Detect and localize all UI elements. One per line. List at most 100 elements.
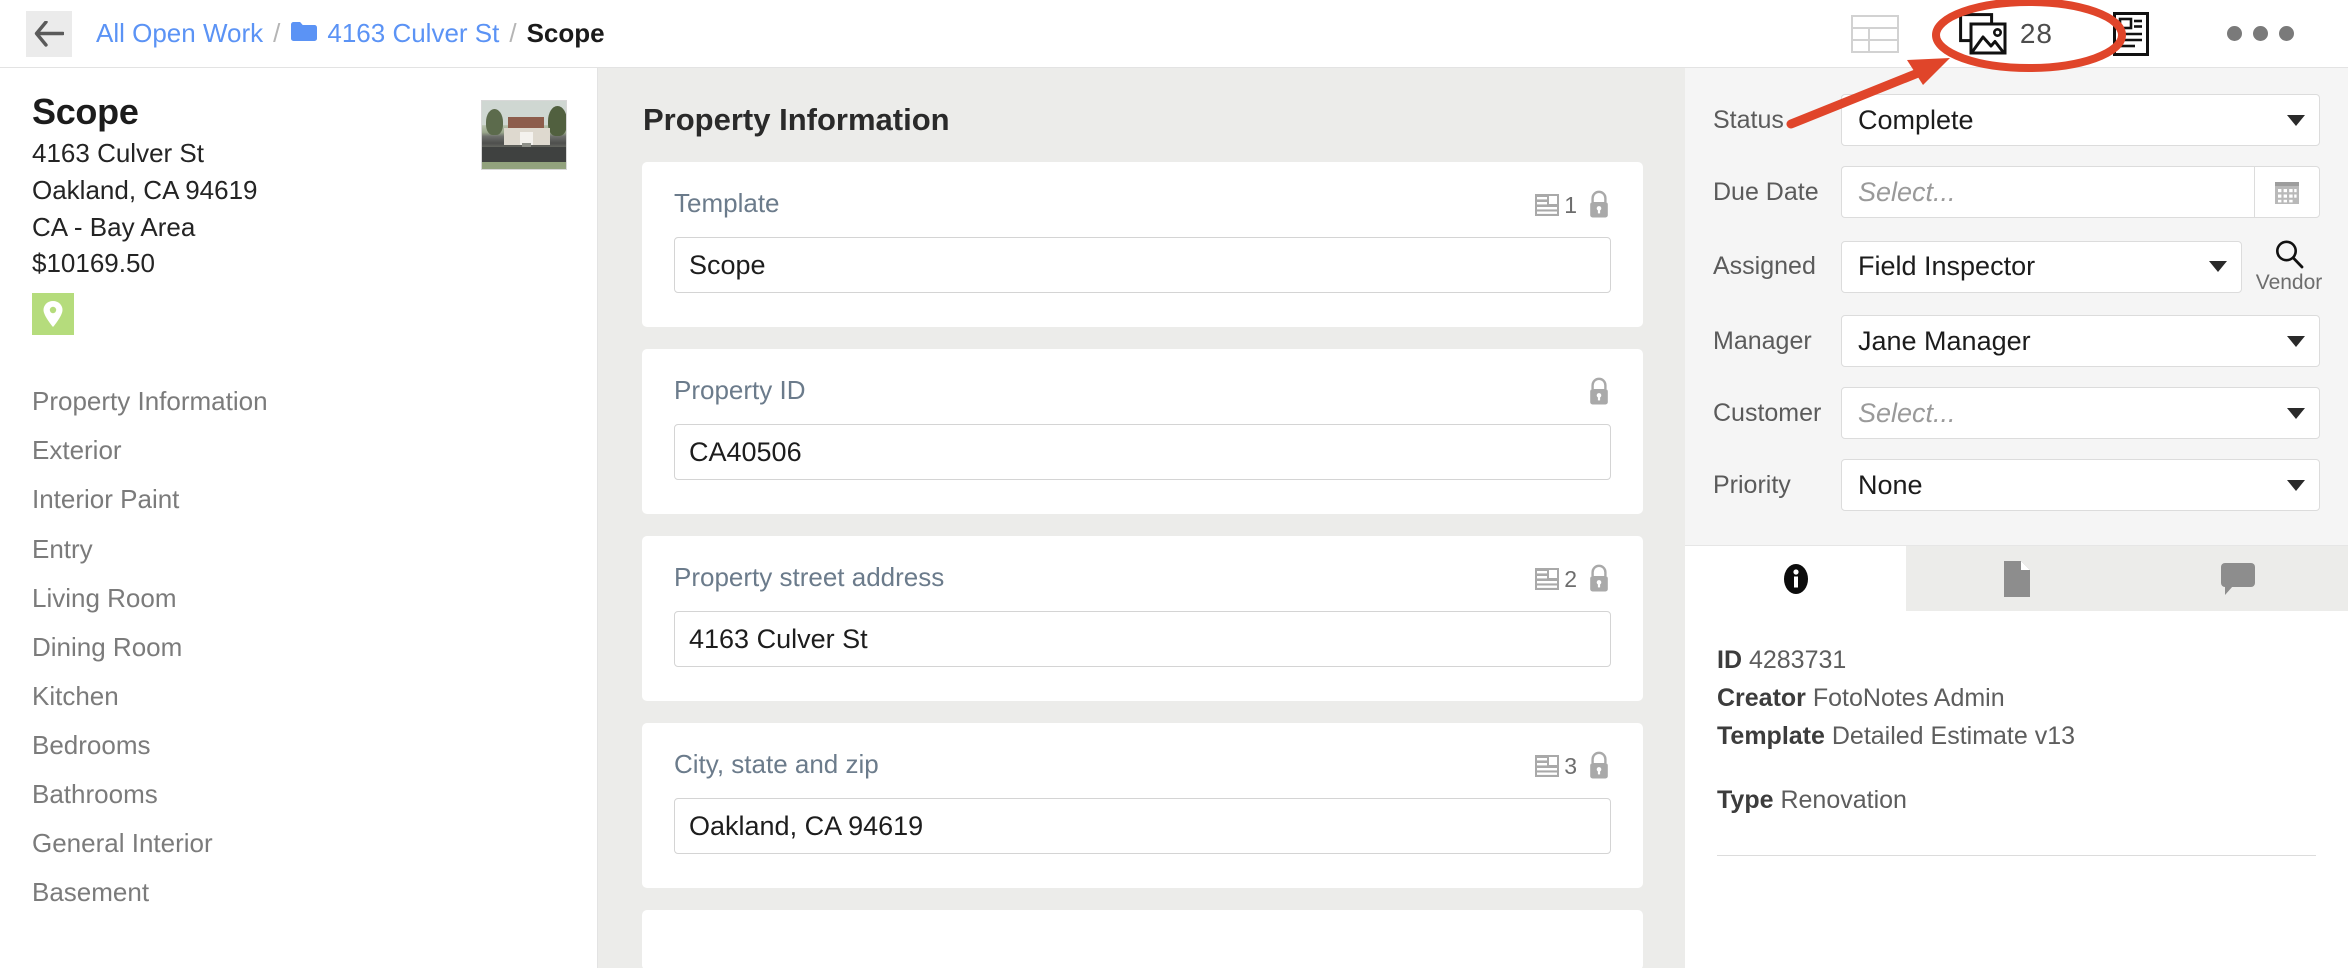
row-priority: Priority None: [1713, 459, 2320, 511]
breadcrumb-folder-link[interactable]: 4163 Culver St: [327, 18, 499, 49]
info-template-value: Detailed Estimate v13: [1831, 722, 2076, 750]
chevron-down-icon: [2287, 479, 2305, 491]
right-panel-tabs: [1685, 545, 2348, 611]
photos-icon: [1958, 12, 2007, 54]
back-button[interactable]: [26, 10, 72, 57]
notes-icon: [1535, 755, 1560, 777]
breadcrumb-root-link[interactable]: All Open Work: [96, 18, 263, 49]
info-creator-row: Creator FotoNotes Admin: [1717, 679, 2316, 717]
assigned-value: Field Inspector: [1858, 251, 2036, 281]
status-label: Status: [1713, 105, 1784, 134]
due-date-calendar-button[interactable]: [2254, 166, 2320, 218]
map-pin-button[interactable]: [32, 293, 74, 336]
assigned-label: Assigned: [1713, 252, 1816, 280]
info-tab-panel: ID 4283731 Creator FotoNotes Admin Templ…: [1685, 611, 2348, 968]
breadcrumb-separator-2: /: [509, 18, 517, 48]
info-id-label: ID: [1717, 646, 1742, 674]
info-template-row: Template Detailed Estimate v13: [1717, 717, 2316, 755]
map-pin-icon: [43, 301, 63, 328]
chevron-down-icon: [2209, 261, 2227, 272]
info-id-row: ID 4283731: [1717, 641, 2316, 679]
chevron-down-icon: [2287, 407, 2305, 419]
notes-indicator[interactable]: 1: [1534, 192, 1577, 219]
due-date-input[interactable]: Select...: [1841, 166, 2254, 218]
info-type-value: Renovation: [1780, 786, 1907, 814]
due-date-label: Due Date: [1713, 177, 1819, 206]
top-bar-actions: 28: [1821, 6, 2320, 62]
folder-icon: [290, 18, 318, 49]
customer-value: Select...: [1858, 397, 1956, 428]
sidebar-nav: Property Information Exterior Interior P…: [0, 377, 597, 917]
vendor-label: Vendor: [2255, 271, 2323, 294]
table-grid-icon: [1850, 14, 1899, 53]
sidebar-item-bedrooms[interactable]: Bedrooms: [0, 721, 597, 770]
field-card-next: [642, 910, 1643, 968]
field-input[interactable]: 4163 Culver St: [674, 611, 1611, 667]
property-region: CA - Bay Area: [32, 211, 196, 242]
notes-icon: [1535, 194, 1560, 216]
comment-icon: [2220, 562, 2255, 595]
more-dots-icon: [2253, 26, 2268, 41]
assigned-select[interactable]: Field Inspector: [1841, 240, 2242, 293]
lock-icon[interactable]: [1587, 564, 1611, 594]
report-card-icon: [2113, 11, 2149, 56]
sidebar-item-bathrooms[interactable]: Bathrooms: [0, 770, 597, 819]
photo-count-badge: 28: [2019, 17, 2053, 49]
manager-select[interactable]: Jane Manager: [1841, 315, 2320, 367]
lock-icon[interactable]: [1587, 751, 1611, 781]
photos-button[interactable]: 28: [1929, 6, 2083, 62]
vendor-search-button[interactable]: Vendor: [2255, 238, 2323, 295]
sidebar-item-entry[interactable]: Entry: [0, 525, 597, 574]
row-due-date: Due Date Select...: [1713, 166, 2320, 218]
row-status: Status Complete: [1713, 94, 2320, 146]
sidebar-item-general-interior[interactable]: General Interior: [0, 819, 597, 868]
body: Scope 4163 Culver St Oakland, CA 94619 C…: [0, 68, 2348, 968]
customer-select[interactable]: Select...: [1841, 387, 2320, 439]
field-card-city-state-zip: City, state and zip 3 Oakland, CA 94619: [642, 723, 1643, 888]
tab-comments[interactable]: [2127, 546, 2348, 611]
arrow-left-icon: [34, 20, 64, 47]
notes-count: 3: [1564, 752, 1577, 779]
chevron-down-icon: [2287, 335, 2305, 347]
field-card-property-street-address: Property street address 2 4163 Culver St: [642, 536, 1643, 701]
tab-info[interactable]: [1685, 546, 1906, 611]
field-label: City, state and zip: [674, 749, 879, 779]
notes-indicator[interactable]: 2: [1534, 566, 1577, 593]
form-container: Property Information Template 1 Scope Pr…: [598, 102, 1685, 968]
sidebar-item-property-information[interactable]: Property Information: [0, 377, 597, 426]
more-options-button[interactable]: [2179, 26, 2320, 41]
info-type-row: Type Renovation: [1717, 781, 2316, 819]
sidebar-item-interior-paint[interactable]: Interior Paint: [0, 475, 597, 524]
priority-select[interactable]: None: [1841, 459, 2320, 511]
notes-count: 1: [1564, 191, 1577, 218]
sidebar-item-basement[interactable]: Basement: [0, 868, 597, 917]
breadcrumb: All Open Work / 4163 Culver St / Scope: [96, 18, 605, 49]
section-title: Property Information: [643, 102, 950, 137]
app-root: All Open Work / 4163 Culver St / Scope 2…: [0, 0, 2348, 968]
sidebar-item-living-room[interactable]: Living Room: [0, 574, 597, 623]
notes-indicator[interactable]: 3: [1534, 753, 1577, 780]
manager-value: Jane Manager: [1858, 325, 2031, 356]
lock-icon[interactable]: [1587, 377, 1611, 407]
report-button[interactable]: [2083, 6, 2179, 62]
field-input[interactable]: Oakland, CA 94619: [674, 798, 1611, 854]
status-select[interactable]: Complete: [1841, 94, 2320, 146]
info-creator-label: Creator: [1717, 684, 1806, 712]
priority-value: None: [1858, 469, 1923, 500]
notes-icon: [1535, 568, 1560, 590]
tab-documents[interactable]: [1906, 546, 2127, 611]
info-icon: [1783, 563, 1808, 594]
sidebar-item-exterior[interactable]: Exterior: [0, 426, 597, 475]
sidebar-item-dining-room[interactable]: Dining Room: [0, 623, 597, 672]
field-input[interactable]: CA40506: [674, 424, 1611, 480]
field-input[interactable]: Scope: [674, 237, 1611, 293]
info-creator-value: FotoNotes Admin: [1812, 684, 2005, 712]
sidebar-item-kitchen[interactable]: Kitchen: [0, 672, 597, 721]
lock-icon[interactable]: [1587, 190, 1611, 220]
property-summary: Scope 4163 Culver St Oakland, CA 94619 C…: [0, 90, 597, 281]
right-panel: Status Complete Due Date Select... Assig…: [1685, 68, 2348, 968]
table-grid-button[interactable]: [1821, 6, 1929, 62]
field-label: Property ID: [674, 375, 806, 405]
customer-label: Customer: [1713, 398, 1822, 427]
